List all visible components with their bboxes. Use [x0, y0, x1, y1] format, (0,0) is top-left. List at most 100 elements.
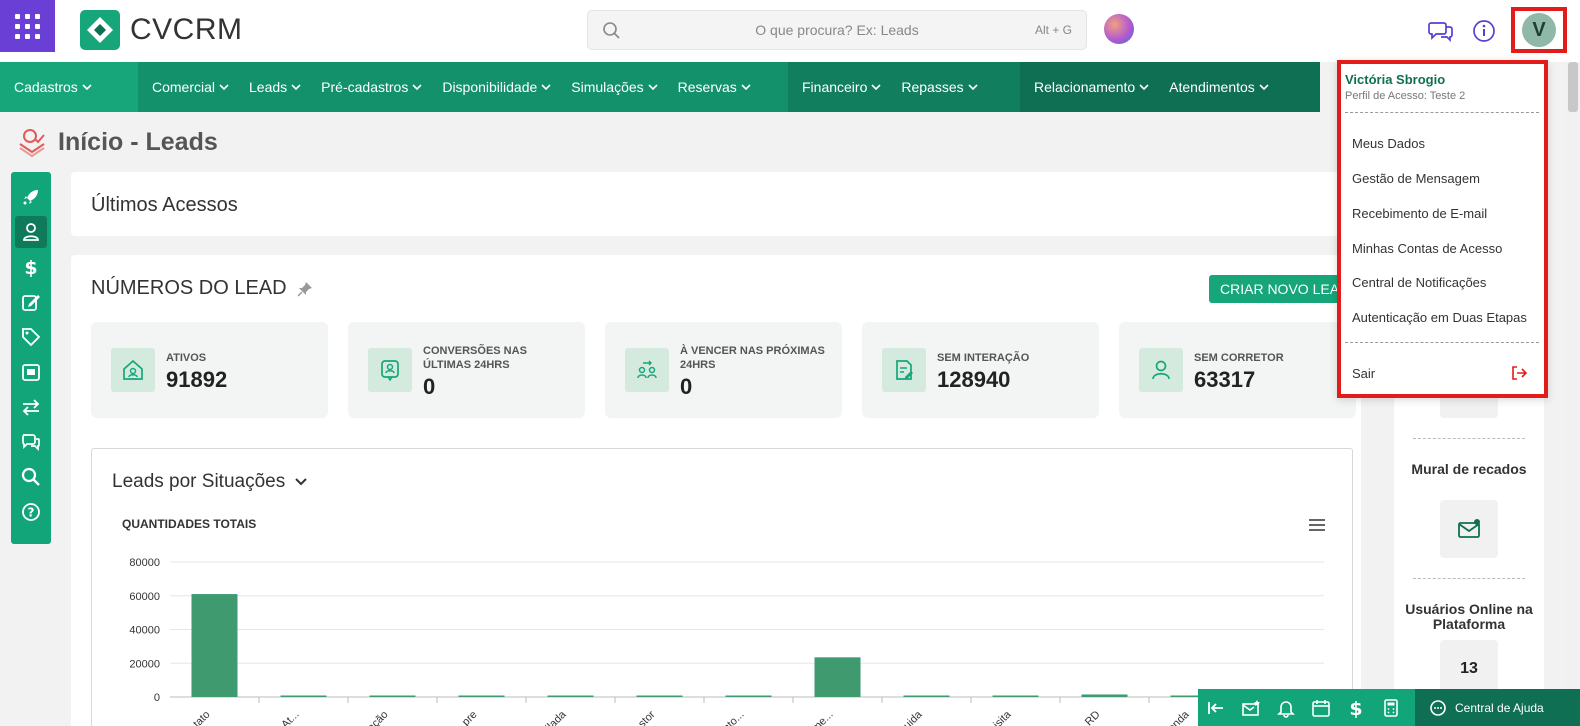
- user-avatar-button[interactable]: V: [1511, 7, 1567, 53]
- stat-a-vencer[interactable]: À VENCER NAS PRÓXIMAS 24HRS 0: [605, 322, 842, 418]
- mural-button[interactable]: [1440, 500, 1498, 558]
- calendar-button[interactable]: [1303, 689, 1338, 726]
- bar[interactable]: [814, 657, 861, 697]
- rail-financeiro[interactable]: $: [15, 251, 47, 283]
- bar[interactable]: [369, 695, 416, 698]
- chevron-down-icon: [412, 83, 422, 90]
- svg-text:?: ?: [28, 506, 35, 520]
- chevron-down-icon: [871, 83, 881, 90]
- page-title: Início - Leads: [58, 127, 218, 156]
- stat-ativos[interactable]: ATIVOS 91892: [91, 322, 328, 418]
- nav-item-disponibilidade[interactable]: Disponibilidade: [442, 79, 551, 95]
- logout-button[interactable]: Sair: [1352, 366, 1375, 381]
- bar[interactable]: [725, 695, 772, 698]
- nav-item-leads[interactable]: Leads: [249, 79, 301, 95]
- user-icon: [23, 223, 39, 241]
- x-tick-label: ...uida: [895, 708, 925, 726]
- envelope-icon: [1458, 519, 1480, 538]
- rail-rocket[interactable]: [15, 181, 47, 213]
- rail-search[interactable]: [15, 461, 47, 493]
- y-tick-label: 80000: [129, 557, 160, 569]
- bar[interactable]: [903, 695, 950, 698]
- nav-group-financeiro: Financeiro Repasses: [788, 62, 1020, 112]
- question-icon: ?: [22, 503, 40, 521]
- leads-section-icon: [19, 129, 45, 158]
- rail-chat[interactable]: [15, 426, 47, 458]
- divider: [1345, 112, 1539, 113]
- stat-label: SEM INTERAÇÃO: [937, 352, 1030, 364]
- stats-row: ATIVOS 91892 CONVERSÕES NAS ÚLTIMAS 24HR…: [91, 322, 1356, 418]
- global-search[interactable]: Alt + G: [587, 10, 1087, 50]
- home-icon: [111, 348, 155, 392]
- user-name: Victória Sbrogio: [1345, 72, 1446, 87]
- bar[interactable]: [992, 695, 1039, 698]
- avatar: V: [1522, 13, 1556, 47]
- finance-button[interactable]: $: [1338, 689, 1373, 726]
- apps-grid-button[interactable]: [0, 0, 55, 52]
- menu-item-gestao-mensagem[interactable]: Gestão de Mensagem: [1352, 171, 1480, 186]
- nav-item-relacionamento[interactable]: Relacionamento: [1034, 79, 1149, 95]
- rail-cash-register[interactable]: [15, 356, 47, 388]
- bar[interactable]: [1081, 694, 1128, 697]
- search-input[interactable]: [588, 11, 1086, 49]
- bar[interactable]: [458, 695, 505, 698]
- scroll-thumb[interactable]: [1568, 62, 1578, 112]
- nav-item-reservas[interactable]: Reservas: [678, 79, 751, 95]
- x-tick-label: ...pre: [453, 709, 479, 726]
- chat-icon[interactable]: [1428, 18, 1454, 44]
- help-center-label: Central de Ajuda: [1455, 700, 1544, 715]
- stat-label: CONVERSÕES NAS ÚLTIMAS 24HRS: [423, 345, 527, 371]
- rail-transfer[interactable]: [15, 391, 47, 423]
- nav-item-financeiro[interactable]: Financeiro: [802, 79, 881, 95]
- y-tick-label: 20000: [129, 658, 160, 670]
- create-lead-button[interactable]: CRIAR NOVO LEAD: [1209, 275, 1349, 303]
- menu-item-meus-dados[interactable]: Meus Dados: [1352, 136, 1425, 151]
- x-tick-label: ...isita: [985, 708, 1014, 726]
- chevron-down-icon: [219, 83, 229, 90]
- search-icon: [603, 22, 620, 39]
- menu-item-recebimento-email[interactable]: Recebimento de E-mail: [1352, 206, 1487, 221]
- bar[interactable]: [547, 695, 594, 698]
- stat-label: SEM CORRETOR: [1194, 352, 1284, 364]
- stat-sem-interacao[interactable]: SEM INTERAÇÃO 128940: [862, 322, 1099, 418]
- bar[interactable]: [636, 695, 683, 698]
- menu-item-notificacoes[interactable]: Central de Notificações: [1352, 275, 1486, 290]
- rail-leads[interactable]: [15, 216, 47, 248]
- mail-star-button[interactable]: [1233, 689, 1268, 726]
- info-icon[interactable]: [1471, 18, 1497, 44]
- help-center-button[interactable]: Central de Ajuda: [1415, 689, 1580, 726]
- logo[interactable]: CVCRM: [80, 10, 243, 50]
- menu-item-duas-etapas[interactable]: Autenticação em Duas Etapas: [1352, 310, 1527, 325]
- collapse-left-button[interactable]: [1198, 689, 1233, 726]
- rail-tags[interactable]: [15, 321, 47, 353]
- rail-edit[interactable]: [15, 286, 47, 318]
- notifications-button[interactable]: [1268, 689, 1303, 726]
- stat-sem-corretor[interactable]: SEM CORRETOR 63317: [1119, 322, 1356, 418]
- nav-item-simulacoes[interactable]: Simulações: [571, 79, 658, 95]
- x-tick-label: ...stor: [630, 708, 658, 726]
- menu-item-contas-acesso[interactable]: Minhas Contas de Acesso: [1352, 241, 1502, 256]
- main-nav: Cadastros Comercial Leads Pré-cadastros …: [0, 62, 1380, 112]
- logout-icon[interactable]: [1511, 365, 1527, 381]
- nav-item-pre-cadastros[interactable]: Pré-cadastros: [321, 79, 422, 95]
- lead-numbers-card: NÚMEROS DO LEAD CRIAR NOVO LEAD ATIVOS 9…: [71, 255, 1361, 726]
- divider: [1413, 578, 1525, 579]
- bar[interactable]: [280, 695, 327, 698]
- recent-access-title: Últimos Acessos: [91, 194, 238, 216]
- divider: [1345, 342, 1539, 343]
- nav-item-cadastros[interactable]: Cadastros: [14, 79, 92, 95]
- nav-item-repasses[interactable]: Repasses: [901, 79, 978, 95]
- nav-item-atendimentos[interactable]: Atendimentos: [1169, 79, 1269, 95]
- nav-item-comercial[interactable]: Comercial: [152, 79, 229, 95]
- page-scrollbar[interactable]: [1566, 62, 1580, 726]
- dollar-icon: $: [1349, 698, 1362, 718]
- stat-conversoes[interactable]: CONVERSÕES NAS ÚLTIMAS 24HRS 0: [348, 322, 585, 418]
- online-users-label: Usuários Online na Plataforma: [1405, 601, 1533, 632]
- rail-help[interactable]: ?: [15, 496, 47, 528]
- svg-text:$: $: [24, 257, 37, 277]
- bar[interactable]: [191, 594, 238, 697]
- pin-icon[interactable]: [297, 281, 313, 297]
- stat-label: ATIVOS: [166, 352, 207, 364]
- theme-orb-button[interactable]: [1104, 14, 1134, 44]
- calculator-button[interactable]: [1373, 689, 1408, 726]
